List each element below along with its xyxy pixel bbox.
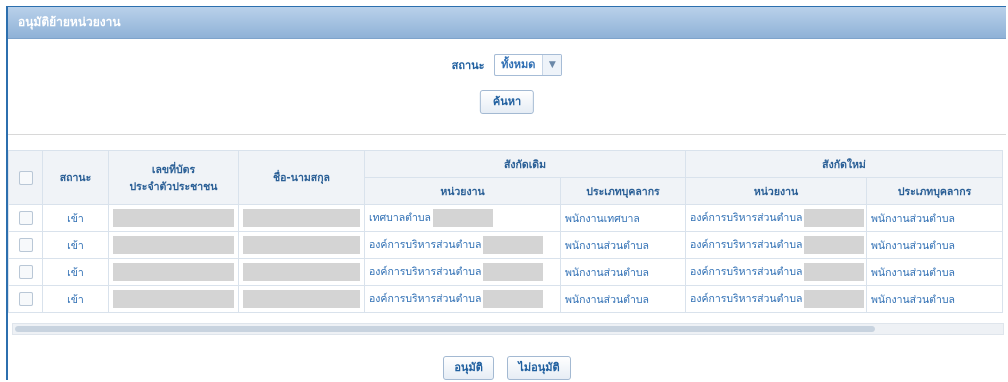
horizontal-scrollbar[interactable] [12,323,1004,335]
old-group-header: สังกัดเดิม [363,150,687,178]
status-select-value: ทั้งหมด [501,58,536,71]
redacted-id [113,236,234,254]
table-row[interactable]: เข้า องค์การบริหารส่วนตำบล พนักงานส่วนตำ… [8,231,1004,259]
redacted-unit [804,236,865,254]
table-row[interactable]: เข้า องค์การบริหารส่วนตำบล พนักงานส่วนตำ… [8,285,1004,313]
new-type-cell: พนักงานส่วนตำบล [866,258,1004,286]
chevron-down-icon[interactable]: ▼ [542,55,562,75]
status-select[interactable]: ทั้งหมด ▼ [494,54,563,76]
new-type-header: ประเภทบุคลากร [866,177,1004,205]
old-type-cell: พนักงานเทศบาล [559,204,687,232]
approve-button[interactable]: อนุมัติ [443,356,494,380]
old-unit-text: องค์การบริหารส่วนตำบล [369,239,482,251]
filter-area: สถานะ ทั้งหมด ▼ ค้นหา [8,39,1006,135]
row-checkbox[interactable] [18,292,33,306]
row-checkbox[interactable] [18,265,33,279]
name-cell [238,285,365,313]
action-buttons: อนุมัติ ไม่อนุมัติ [8,356,1006,380]
old-unit-text: องค์การบริหารส่วนตำบล [369,293,482,305]
new-unit-cell: องค์การบริหารส่วนตำบล [685,258,868,286]
redacted-unit [804,290,865,308]
id-card-cell [108,231,239,259]
id-card-header-line1: เลขที่บัตร [151,163,196,176]
new-type-cell: พนักงานส่วนตำบล [866,204,1004,232]
status-filter-label: สถานะ [451,59,485,72]
old-unit-cell: องค์การบริหารส่วนตำบล [364,285,561,313]
new-unit-header: หน่วยงาน [685,177,868,205]
redacted-name [243,290,360,308]
row-checkbox[interactable] [18,211,33,225]
name-cell [238,258,365,286]
old-unit-header: หน่วยงาน [364,177,561,205]
new-unit-cell: องค์การบริหารส่วนตำบล [685,204,868,232]
redacted-unit [483,290,544,308]
redacted-unit [433,209,493,227]
old-unit-cell: องค์การบริหารส่วนตำบล [364,231,561,259]
status-cell: เข้า [42,204,109,232]
row-checkbox-cell[interactable] [8,204,43,232]
status-header: สถานะ [42,150,109,205]
name-header: ชื่อ-นามสกุล [238,150,365,205]
transfer-table: สถานะ เลขที่บัตร ประจำตัวประชาชน ชื่อ-นา… [8,150,1004,313]
redacted-name [243,263,360,281]
new-unit-text: องค์การบริหารส่วนตำบล [690,239,803,251]
new-unit-cell: องค์การบริหารส่วนตำบล [685,231,868,259]
row-checkbox-cell[interactable] [8,231,43,259]
new-unit-text: องค์การบริหารส่วนตำบล [690,212,803,224]
transfer-table-wrapper: สถานะ เลขที่บัตร ประจำตัวประชาชน ชื่อ-นา… [8,150,1006,313]
name-cell [238,231,365,259]
name-cell [238,204,365,232]
select-all-header[interactable] [8,150,43,205]
id-card-cell [108,285,239,313]
id-card-cell [108,258,239,286]
new-unit-cell: องค์การบริหารส่วนตำบล [685,285,868,313]
redacted-unit [804,209,865,227]
redacted-unit [483,263,544,281]
redacted-id [113,209,234,227]
new-type-cell: พนักงานส่วนตำบล [866,231,1004,259]
scrollbar-thumb[interactable] [15,326,875,332]
status-filter-row: สถานะ ทั้งหมด ▼ [8,54,1006,76]
table-row[interactable]: เข้า องค์การบริหารส่วนตำบล พนักงานส่วนตำ… [8,258,1004,286]
panel-title: อนุมัติย้ายหน่วยงาน [8,7,1006,39]
search-button[interactable]: ค้นหา [479,90,535,114]
row-checkbox-cell[interactable] [8,258,43,286]
new-unit-text: องค์การบริหารส่วนตำบล [690,293,803,305]
new-unit-text: องค์การบริหารส่วนตำบล [690,266,803,278]
reject-button[interactable]: ไม่อนุมัติ [507,356,571,380]
old-unit-text: องค์การบริหารส่วนตำบล [369,266,482,278]
id-card-header-line2: ประจำตัวประชาชน [129,180,218,193]
old-type-cell: พนักงานส่วนตำบล [559,258,687,286]
old-unit-cell: เทศบาลตำบล [364,204,561,232]
redacted-name [243,236,360,254]
old-type-cell: พนักงานส่วนตำบล [559,285,687,313]
row-checkbox[interactable] [18,238,33,252]
id-card-cell [108,204,239,232]
redacted-id [113,290,234,308]
approval-panel: อนุมัติย้ายหน่วยงาน สถานะ ทั้งหมด ▼ ค้นห… [6,6,1006,380]
new-group-header: สังกัดใหม่ [685,150,1004,178]
select-all-checkbox[interactable] [18,170,33,185]
old-unit-text: เทศบาลตำบล [369,212,431,224]
table-row[interactable]: เข้า เทศบาลตำบล พนักงานเทศบาล องค์การบริ… [8,204,1004,232]
old-type-cell: พนักงานส่วนตำบล [559,231,687,259]
redacted-name [243,209,360,227]
status-cell: เข้า [42,231,109,259]
redacted-unit [483,236,544,254]
new-type-cell: พนักงานส่วนตำบล [866,285,1004,313]
id-card-header: เลขที่บัตร ประจำตัวประชาชน [108,150,239,205]
old-unit-cell: องค์การบริหารส่วนตำบล [364,258,561,286]
status-cell: เข้า [42,258,109,286]
old-type-header: ประเภทบุคลากร [559,177,687,205]
redacted-unit [804,263,865,281]
status-cell: เข้า [42,285,109,313]
redacted-id [113,263,234,281]
row-checkbox-cell[interactable] [8,285,43,313]
